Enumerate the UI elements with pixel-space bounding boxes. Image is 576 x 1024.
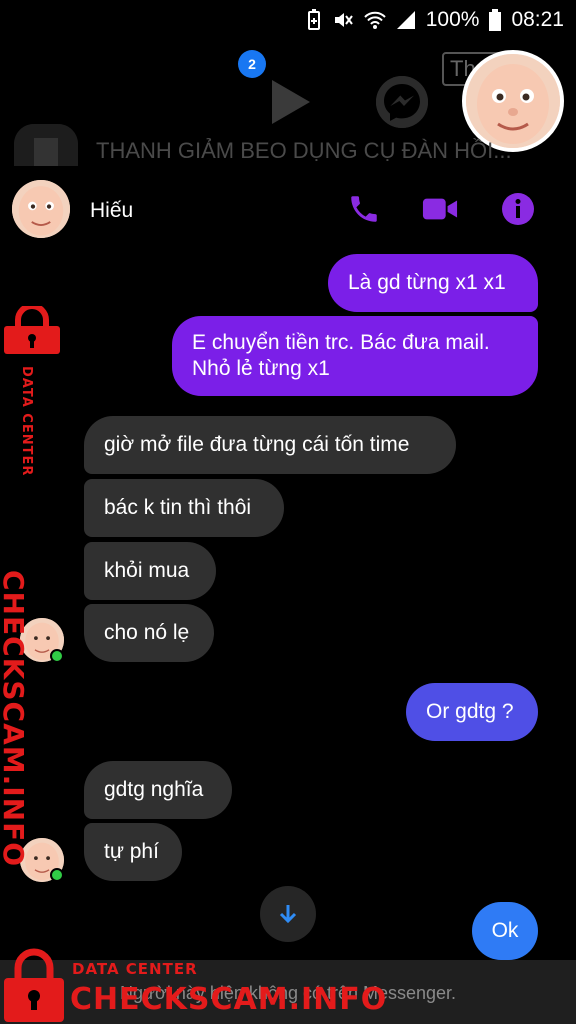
message-incoming[interactable]: tự phí <box>84 823 182 881</box>
scroll-to-bottom-button[interactable] <box>260 886 316 942</box>
arrow-down-icon <box>279 905 297 924</box>
online-status-dot <box>50 649 64 663</box>
voice-call-button[interactable] <box>346 191 382 227</box>
watermark-brand-bottom: CHECKSCAM.INFO <box>70 982 388 1017</box>
clock: 08:21 <box>511 8 564 31</box>
video-call-button[interactable] <box>422 191 458 227</box>
unread-badge: 2 <box>238 50 266 78</box>
status-icons: 100% 08:21 <box>306 8 564 32</box>
message-incoming[interactable]: gdtg nghĩa <box>84 761 232 819</box>
message-incoming[interactable]: bác k tin thì thôi <box>84 479 284 537</box>
phone-icon <box>351 196 377 222</box>
message-text: gdtg nghĩa <box>104 778 204 801</box>
message-text: tự phí <box>104 840 159 863</box>
message-text: Nhỏ lẻ từng x1 <box>192 357 330 380</box>
watermark-bottom: DATA CENTER CHECKSCAM.INFO <box>0 946 386 1024</box>
chat-header: Hiếu <box>0 176 576 246</box>
message-text: E chuyển tiền trc. Bác đưa mail. <box>192 331 490 354</box>
play-icon[interactable] <box>268 78 312 126</box>
battery-percent: 100% <box>425 8 480 31</box>
battery-saver-icon <box>307 9 320 30</box>
message-outgoing[interactable]: Or gdtg ? <box>406 683 538 741</box>
padlock-icon <box>4 948 64 1022</box>
messenger-chat-head[interactable] <box>376 76 428 128</box>
online-status-dot <box>50 868 64 882</box>
previous-chat-title[interactable]: THANH GIẢM BEO DỤNG CỤ ĐÀN HỒI... <box>96 138 566 164</box>
video-camera-icon <box>422 198 458 220</box>
message-text: bác k tin thì thôi <box>104 496 252 519</box>
baby-face-avatar-icon <box>466 54 560 148</box>
status-bar: 100% 08:21 <box>0 0 576 40</box>
mute-icon <box>334 13 353 27</box>
baby-face-avatar-icon <box>12 180 70 238</box>
message-text: Ok <box>491 919 519 942</box>
message-incoming[interactable]: khỏi mua <box>84 542 216 600</box>
messenger-icon <box>376 76 428 128</box>
message-text: Or gdtg ? <box>426 700 514 723</box>
message-outgoing[interactable]: Ok <box>472 902 538 960</box>
contact-avatar[interactable] <box>12 180 70 238</box>
contact-name[interactable]: Hiếu <box>90 199 133 223</box>
watermark-brand-vertical: CHECKSCAM.INFO <box>0 570 30 868</box>
message-text: khỏi mua <box>104 559 190 582</box>
info-icon <box>502 193 534 225</box>
message-text: cho nó lẹ <box>104 621 190 644</box>
watermark-subtitle-bottom: DATA CENTER <box>72 960 198 978</box>
wifi-icon <box>364 11 386 29</box>
message-text: giờ mở file đưa từng cái tốn time <box>104 433 410 456</box>
floating-chat-head-avatar[interactable] <box>462 50 564 152</box>
message-outgoing[interactable]: Là gd từng x1 x1 <box>328 254 538 312</box>
watermark-subtitle-vertical: DATA CENTER <box>19 366 34 477</box>
battery-icon <box>489 9 502 31</box>
signal-icon <box>396 11 415 29</box>
message-incoming[interactable]: giờ mở file đưa từng cái tốn time <box>84 416 456 474</box>
message-incoming[interactable]: cho nó lẹ <box>84 604 214 662</box>
conversation-info-button[interactable] <box>500 191 536 227</box>
padlock-icon <box>4 306 60 354</box>
message-text: Là gd từng x1 x1 <box>348 271 506 294</box>
previous-chat-thumbnail[interactable] <box>14 124 78 166</box>
message-outgoing[interactable]: E chuyển tiền trc. Bác đưa mail. Nhỏ lẻ … <box>172 316 538 396</box>
product-thumbnail-icon <box>14 124 78 166</box>
watermark-vertical: CHECKSCAM.INFO DATA CENTER <box>0 306 70 867</box>
